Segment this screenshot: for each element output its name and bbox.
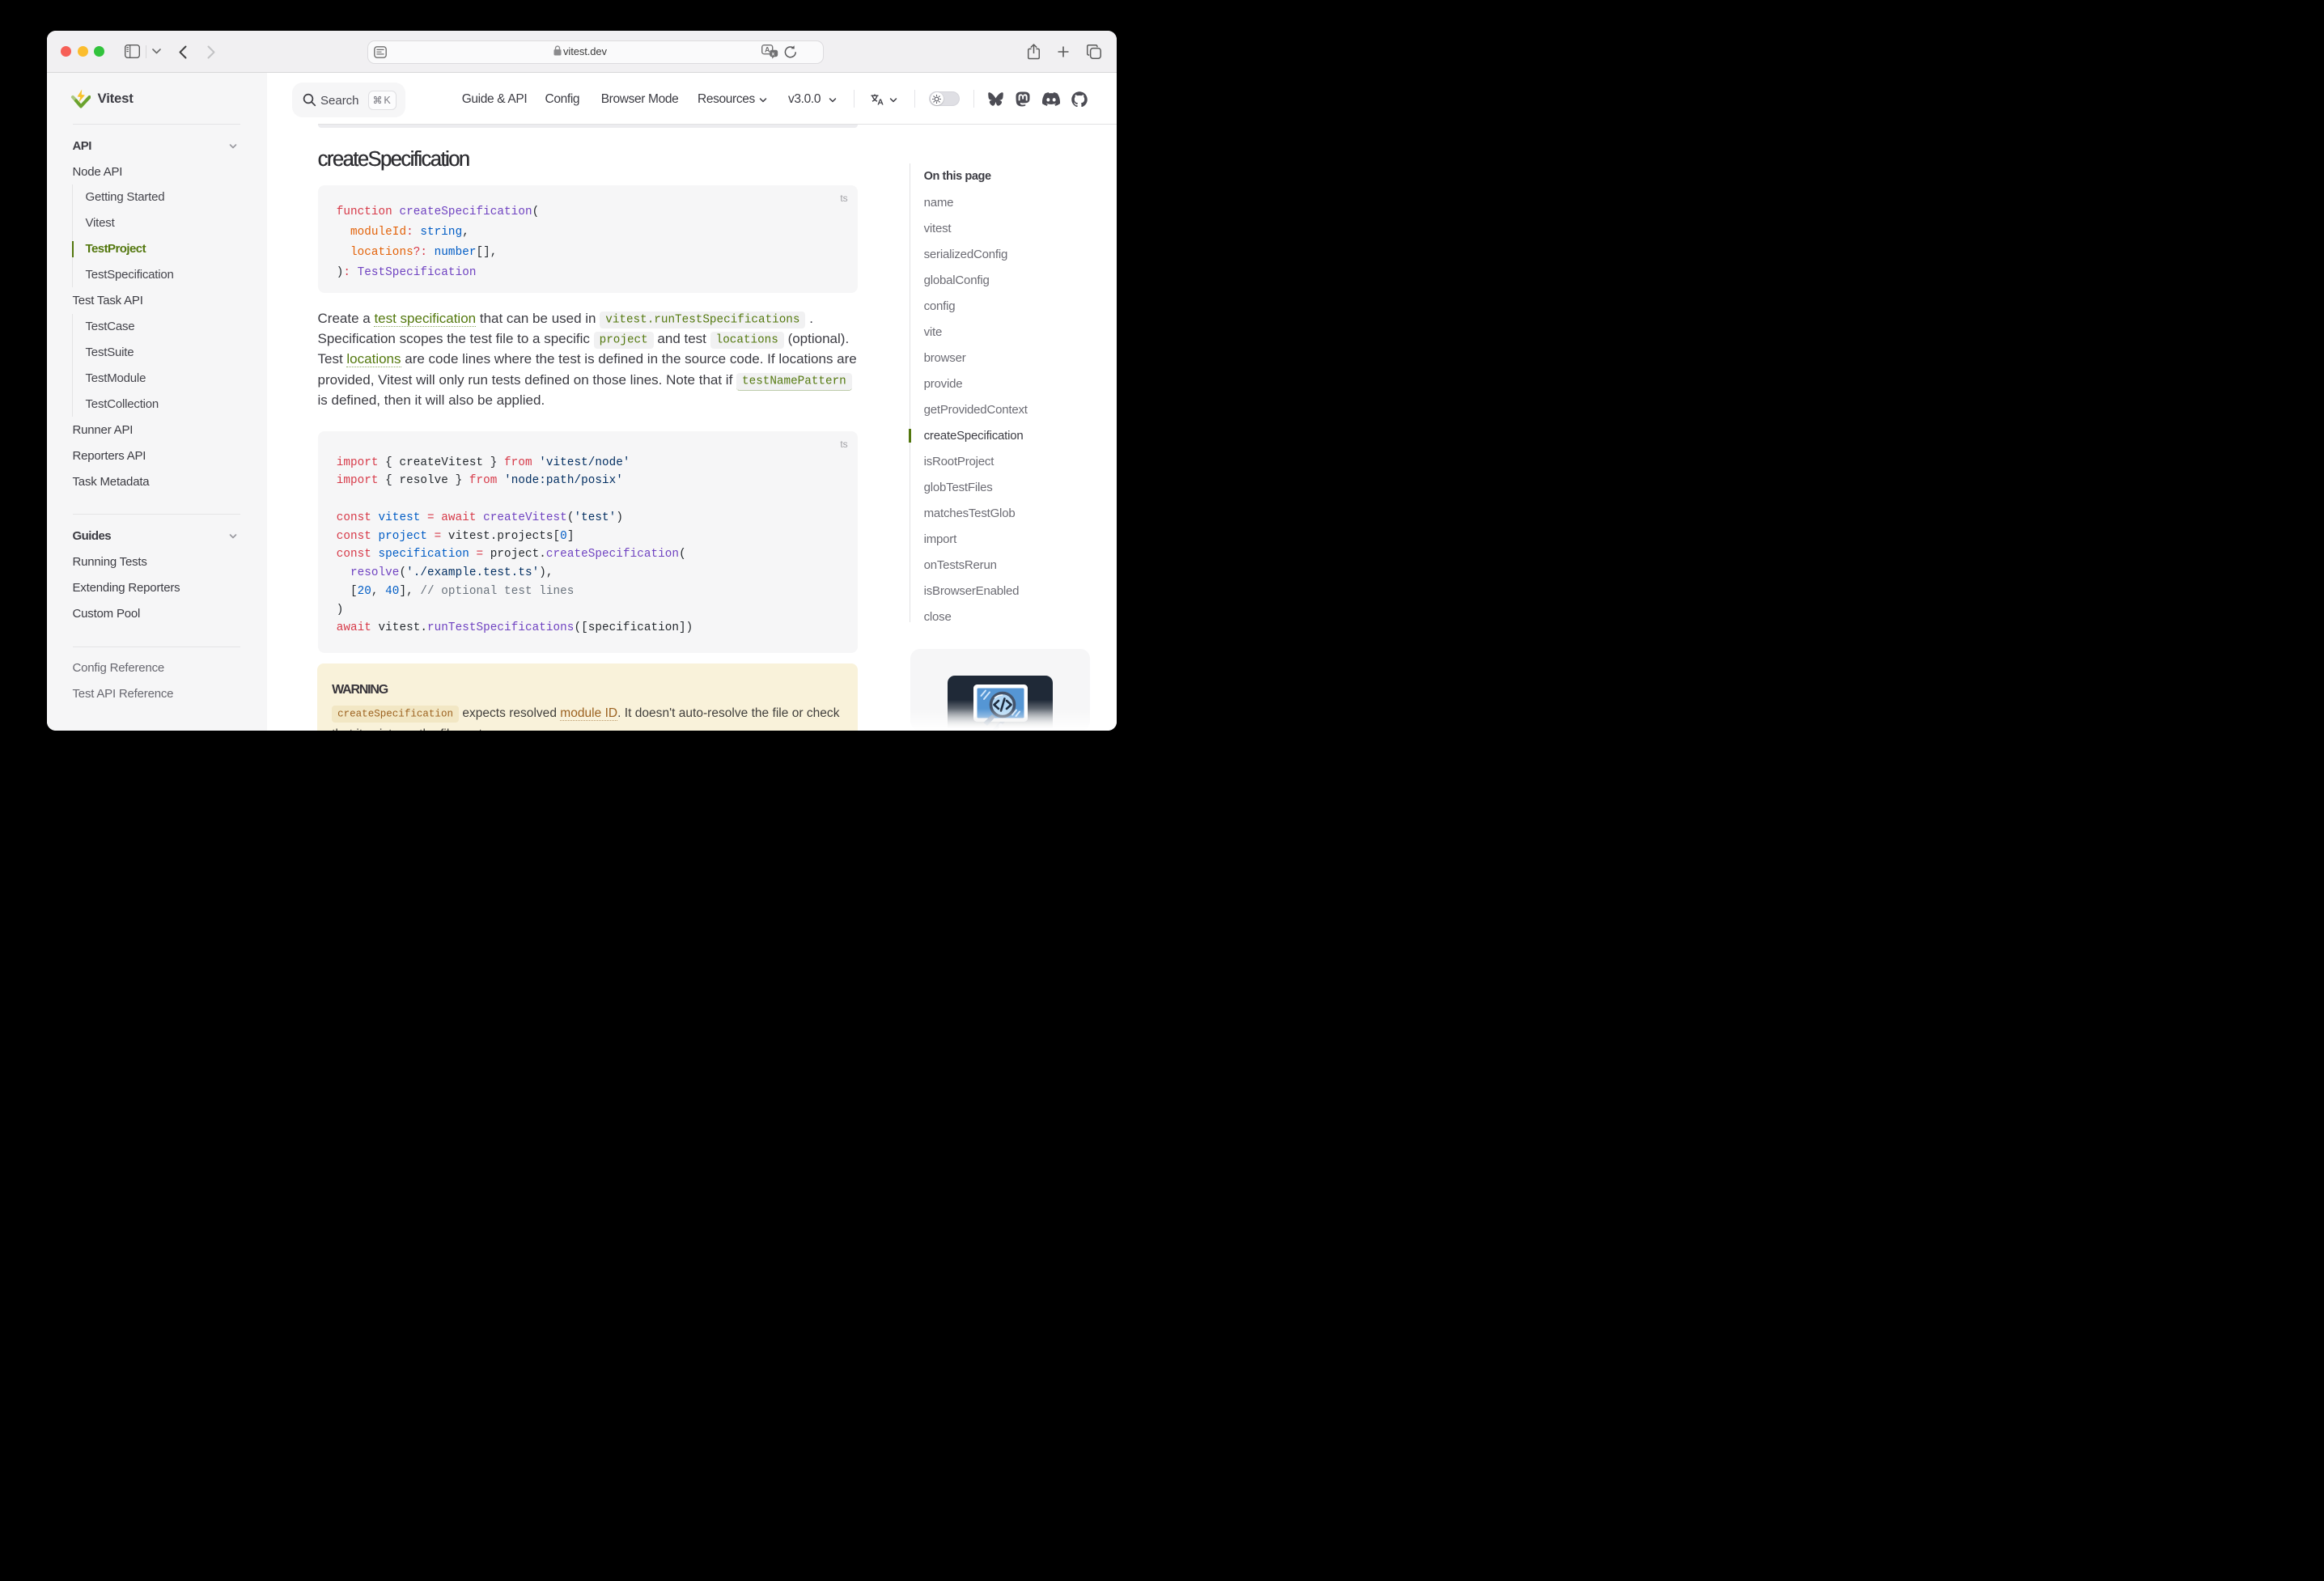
svg-text:A: A [765,46,770,54]
svg-text:A: A [877,98,884,105]
svg-text:x: x [771,52,774,57]
